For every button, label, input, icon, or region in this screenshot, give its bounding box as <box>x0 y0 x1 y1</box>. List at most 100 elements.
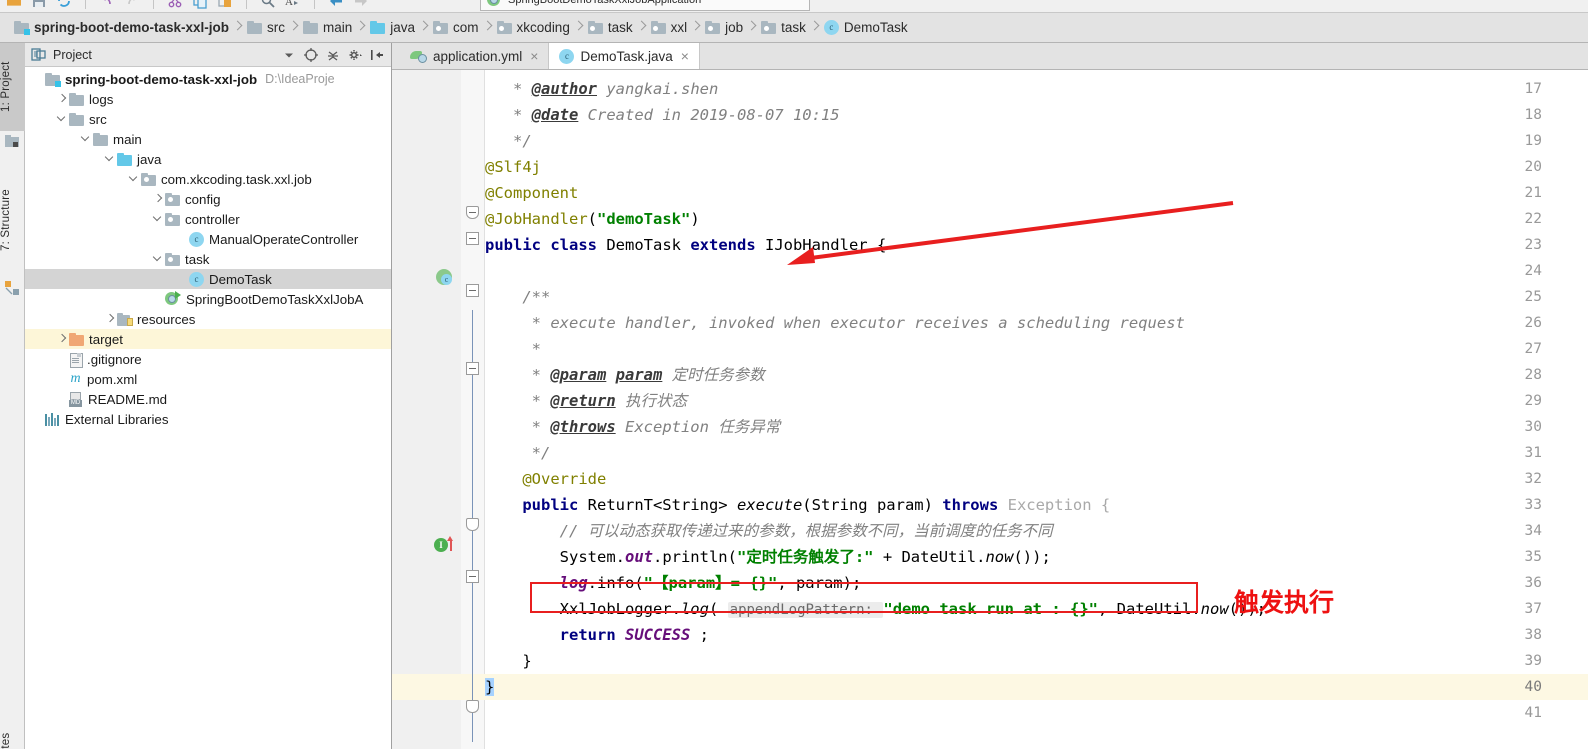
code-line[interactable]: /** <box>485 284 550 310</box>
fold-marker-javadoc-end[interactable] <box>466 518 480 532</box>
code-line[interactable]: * @param param 定时任务参数 <box>485 362 765 388</box>
code-line[interactable]: public ReturnT<String> execute(String pa… <box>485 492 1110 518</box>
tree-node-src[interactable]: src <box>25 109 391 129</box>
chevron-down-icon[interactable] <box>79 129 93 149</box>
code-line[interactable]: System.out.println("定时任务触发了:" + DateUtil… <box>485 544 1051 570</box>
breadcrumb-item-spring-boot-demo-task-xxl-job[interactable]: spring-boot-demo-task-xxl-job <box>8 13 233 43</box>
tree-node-demotask[interactable]: c DemoTask <box>25 269 391 289</box>
forward-icon[interactable] <box>353 0 369 9</box>
fold-marker-annotation[interactable] <box>466 284 480 298</box>
code-line[interactable]: */ <box>485 128 532 154</box>
code-line[interactable]: * execute handler, invoked when executor… <box>485 310 1185 336</box>
code-folding-column[interactable] <box>461 70 485 749</box>
code-line[interactable]: return SUCCESS ; <box>485 622 709 648</box>
code-line[interactable]: } <box>485 674 495 700</box>
replace-icon[interactable]: A <box>285 0 301 9</box>
code-line[interactable]: * @return 执行状态 <box>485 388 687 414</box>
run-configuration-selector[interactable]: SpringBootDemoTaskXxlJobApplication <box>480 0 810 11</box>
code-line[interactable]: @Slf4j <box>485 154 541 180</box>
tree-node-com-xkcoding-task-xxl-job[interactable]: com.xkcoding.task.xxl.job <box>25 169 391 189</box>
code-line[interactable]: */ <box>485 440 551 466</box>
tree-node-pom-xml[interactable]: m pom.xml <box>25 369 391 389</box>
select-opened-file-icon[interactable] <box>303 47 319 63</box>
code-line[interactable]: log.info("【param】= {}", param); <box>485 570 862 596</box>
sidebar-item-project[interactable]: 1: Project <box>0 43 25 131</box>
tree-node-external-libraries[interactable]: External Libraries <box>25 409 391 429</box>
code-line[interactable]: * @author yangkai.shen <box>485 76 718 102</box>
code-line[interactable]: @Override <box>485 466 606 492</box>
sync-icon[interactable] <box>56 0 72 9</box>
sidebar-item-favorites[interactable]: orites <box>0 703 25 749</box>
fold-marker-comment[interactable] <box>466 206 480 220</box>
settings-gear-icon[interactable] <box>347 47 363 63</box>
tree-node-manualoperatecontroller[interactable]: c ManualOperateController <box>25 229 391 249</box>
tree-node-controller[interactable]: controller <box>25 209 391 229</box>
tree-node-springbootdemotaskxxljoba[interactable]: SpringBootDemoTaskXxlJobA <box>25 289 391 309</box>
fold-marker-javadoc[interactable] <box>466 362 480 376</box>
breadcrumb-item-xkcoding[interactable]: xkcoding <box>495 13 574 43</box>
collapse-all-icon[interactable] <box>325 47 341 63</box>
chevron-down-icon[interactable] <box>281 47 297 63</box>
breadcrumb-item-demotask[interactable]: c DemoTask <box>822 13 912 43</box>
chevron-right-icon[interactable] <box>103 309 117 329</box>
code-line[interactable]: * @date Created in 2019-08-07 10:15 <box>485 102 840 128</box>
tree-node-resources[interactable]: resources <box>25 309 391 329</box>
close-icon[interactable]: × <box>681 48 689 64</box>
fold-marker-class-start[interactable] <box>466 232 480 246</box>
code-line[interactable]: // 可以动态获取传递过来的参数，根据参数不同，当前调度的任务不同 <box>485 518 1053 544</box>
tree-node-java[interactable]: java <box>25 149 391 169</box>
tree-node--gitignore[interactable]: .gitignore <box>25 349 391 369</box>
editor-tab-demotask-java[interactable]: c DemoTask.java × <box>549 43 700 69</box>
code-line[interactable]: } <box>485 648 531 674</box>
breadcrumb-item-task[interactable]: task <box>759 13 810 43</box>
hide-panel-icon[interactable] <box>369 47 385 63</box>
copy-icon[interactable] <box>192 0 208 9</box>
fold-marker-method-end[interactable] <box>466 700 480 714</box>
undo-icon[interactable] <box>99 0 115 9</box>
chevron-right-icon[interactable] <box>55 329 69 349</box>
paste-icon[interactable] <box>217 0 233 9</box>
breadcrumb-item-main[interactable]: main <box>301 13 356 43</box>
tree-node-target[interactable]: target <box>25 329 391 349</box>
chevron-right-icon[interactable] <box>151 189 165 209</box>
implementing-method-gutter-icon[interactable]: I <box>434 536 456 553</box>
chevron-down-icon[interactable] <box>151 249 165 269</box>
breadcrumb-item-xxl[interactable]: xxl <box>649 13 692 43</box>
tree-node-task[interactable]: task <box>25 249 391 269</box>
close-icon[interactable]: × <box>530 48 538 64</box>
tree-node-spring-boot-demo-task-xxl-job[interactable]: spring-boot-demo-task-xxl-job D:\IdeaProj… <box>25 69 391 89</box>
code-line[interactable]: XxlJobLogger.log( appendLogPattern: "dem… <box>485 596 1266 622</box>
chevron-down-icon[interactable] <box>103 149 117 169</box>
code-line[interactable]: @Component <box>485 180 578 206</box>
code-line[interactable]: @JobHandler("demoTask") <box>485 206 700 232</box>
fold-marker-method[interactable] <box>466 570 480 584</box>
breadcrumb-item-java[interactable]: java <box>368 13 419 43</box>
cut-icon[interactable] <box>167 0 183 9</box>
find-icon[interactable] <box>260 0 276 9</box>
chevron-down-icon[interactable] <box>55 109 69 129</box>
breadcrumb-item-job[interactable]: job <box>703 13 747 43</box>
chevron-right-icon[interactable] <box>55 89 69 109</box>
editor-gutter[interactable] <box>392 70 461 749</box>
sidebar-item-structure[interactable]: 7: Structure <box>0 165 25 275</box>
code-line[interactable]: * <box>485 336 541 362</box>
tree-node-logs[interactable]: logs <box>25 89 391 109</box>
open-folder-icon[interactable] <box>6 0 22 9</box>
code-editor[interactable]: 17 * @author yangkai.shen 18 * @date Crea… <box>392 70 1588 749</box>
tree-node-readme-md[interactable]: MD README.md <box>25 389 391 409</box>
breadcrumb-item-task[interactable]: task <box>586 13 637 43</box>
chevron-down-icon[interactable] <box>127 169 141 189</box>
spring-bean-class-gutter-icon[interactable]: c <box>436 269 453 286</box>
editor-tab-application-yml[interactable]: application.yml × <box>400 43 550 69</box>
redo-icon[interactable] <box>124 0 140 9</box>
back-icon[interactable] <box>328 0 344 9</box>
breadcrumb-item-src[interactable]: src <box>245 13 289 43</box>
save-all-icon[interactable] <box>31 0 47 9</box>
tree-node-main[interactable]: main <box>25 129 391 149</box>
tree-node-config[interactable]: config <box>25 189 391 209</box>
code-line[interactable]: public class DemoTask extends IJobHandle… <box>485 232 886 258</box>
code-line[interactable]: * @throws Exception 任务异常 <box>485 414 781 440</box>
breadcrumb-item-com[interactable]: com <box>431 13 483 43</box>
chevron-down-icon[interactable] <box>151 209 165 229</box>
project-file-tree[interactable]: spring-boot-demo-task-xxl-job D:\IdeaProj… <box>25 67 391 429</box>
